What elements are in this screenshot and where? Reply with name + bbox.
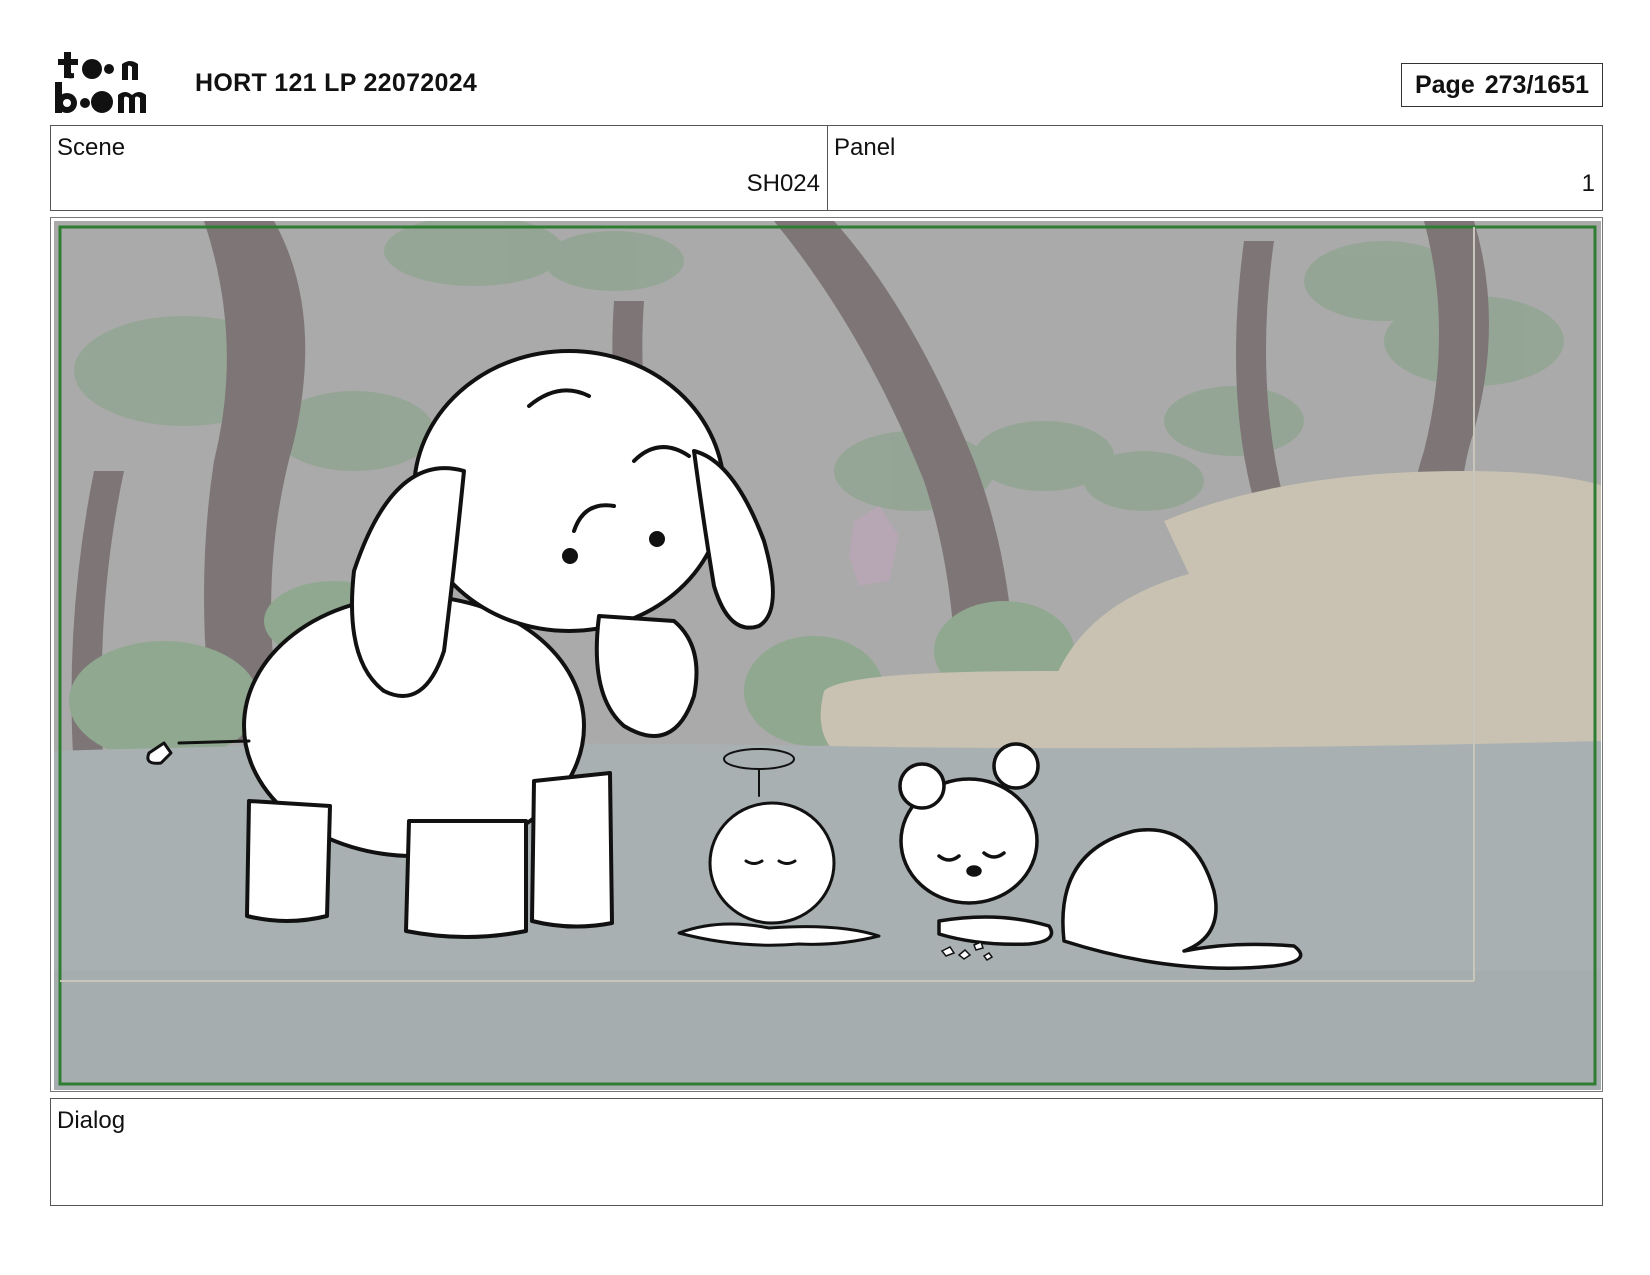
scene-panel-info: Scene SH024 Panel 1 <box>50 125 1603 211</box>
document-title: HORT 121 LP 22072024 <box>195 69 478 97</box>
panel-label: Panel <box>834 134 896 161</box>
dialog-label: Dialog <box>57 1107 126 1134</box>
toon-boom-logo <box>55 52 146 113</box>
panel-value: 1 <box>1581 170 1595 197</box>
dialog-section: Dialog <box>50 1098 1603 1206</box>
scene-cell: Scene SH024 <box>51 126 828 210</box>
scene-value: SH024 <box>746 170 820 197</box>
page-number: 273/1651 <box>1484 70 1590 99</box>
page-label: Page <box>1414 70 1475 99</box>
panel-cell: Panel 1 <box>828 126 1602 210</box>
page-indicator: Page 273/1651 <box>1401 63 1603 107</box>
storyboard-panel <box>50 217 1603 1092</box>
storyboard-artwork <box>54 221 1601 1090</box>
scene-label: Scene <box>57 134 126 161</box>
